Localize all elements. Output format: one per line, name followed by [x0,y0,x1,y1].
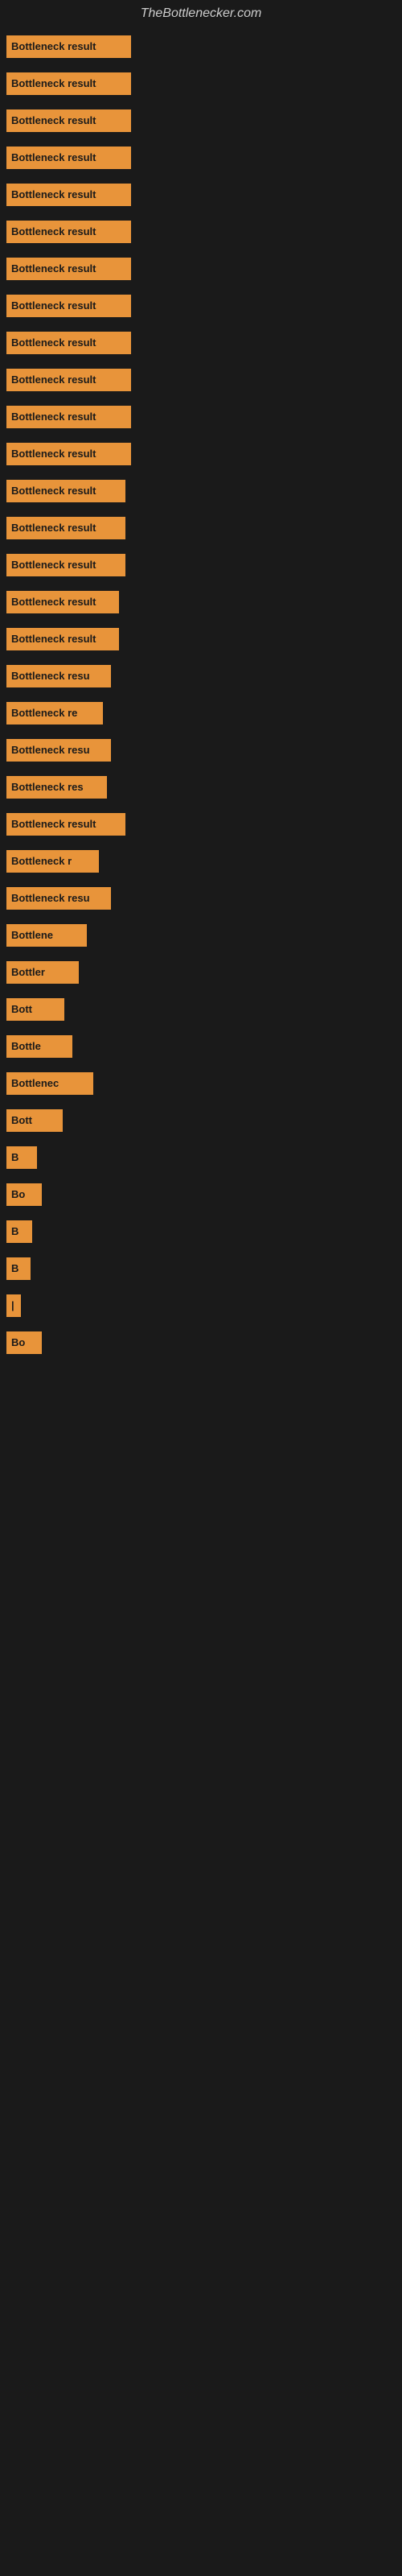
bottleneck-bar[interactable]: Bottleneck res [6,776,107,799]
bar-row: Bottleneck result [0,258,402,280]
bar-row: B [0,1257,402,1280]
bar-row: Bottleneck result [0,369,402,391]
bottleneck-bar[interactable]: Bottleneck result [6,406,131,428]
bottleneck-bar[interactable]: Bottleneck result [6,591,119,613]
bottleneck-bar[interactable]: Bottleneck r [6,850,99,873]
bottleneck-bar[interactable]: Bottleneck result [6,443,131,465]
bottleneck-bar[interactable]: Bottleneck result [6,147,131,169]
bottleneck-bar[interactable]: Bottleneck resu [6,887,111,910]
bar-row: Bottle [0,1035,402,1058]
bar-row: Bottlenec [0,1072,402,1095]
bar-row: Bottleneck result [0,184,402,206]
bottleneck-bar[interactable]: Bottleneck result [6,813,125,836]
bottleneck-bar[interactable]: Bottleneck result [6,369,131,391]
bar-row: Bottlene [0,924,402,947]
bottleneck-bar[interactable]: Bottleneck result [6,35,131,58]
bottleneck-bar[interactable]: Bottleneck result [6,184,131,206]
bottleneck-bar[interactable]: Bott [6,1109,63,1132]
bottleneck-bar[interactable]: Bo [6,1183,42,1206]
bar-row: Bottleneck result [0,109,402,132]
bar-row: Bottleneck r [0,850,402,873]
bottleneck-bar[interactable]: Bottleneck result [6,258,131,280]
bar-row: Bottleneck result [0,147,402,169]
bottleneck-bar[interactable]: | [6,1294,21,1317]
bottleneck-bar[interactable]: Bottleneck result [6,295,131,317]
bar-row: B [0,1220,402,1243]
site-title: TheBottlenecker.com [0,0,402,27]
bar-row: Bottleneck result [0,332,402,354]
bottleneck-bar[interactable]: B [6,1257,31,1280]
bar-row: Bo [0,1331,402,1354]
bottleneck-bar[interactable]: Bo [6,1331,42,1354]
bar-row: Bottleneck re [0,702,402,724]
bottleneck-bar[interactable]: Bottlene [6,924,87,947]
bar-row: Bottleneck result [0,591,402,613]
bottleneck-bar[interactable]: Bottleneck result [6,72,131,95]
bar-row: Bottleneck result [0,554,402,576]
bar-row: Bottleneck result [0,221,402,243]
bar-row: Bottleneck result [0,813,402,836]
bars-container: Bottleneck result Bottleneck result Bottle… [0,27,402,1377]
bar-row: Bottleneck result [0,35,402,58]
bottleneck-bar[interactable]: Bottle [6,1035,72,1058]
bar-row: Bottleneck result [0,72,402,95]
bottleneck-bar[interactable]: Bottleneck result [6,109,131,132]
bottleneck-bar[interactable]: Bottleneck result [6,221,131,243]
bottleneck-bar[interactable]: Bottleneck result [6,554,125,576]
bar-row: Bottleneck result [0,443,402,465]
bar-row: Bottleneck resu [0,887,402,910]
bar-row: Bottleneck resu [0,665,402,687]
bar-row: B [0,1146,402,1169]
bottleneck-bar[interactable]: Bottleneck result [6,517,125,539]
bar-row: Bottleneck resu [0,739,402,762]
bar-row: Bott [0,1109,402,1132]
bottleneck-bar[interactable]: Bottler [6,961,79,984]
bottleneck-bar[interactable]: Bott [6,998,64,1021]
bar-row: Bo [0,1183,402,1206]
bar-row: Bott [0,998,402,1021]
bottleneck-bar[interactable]: Bottleneck resu [6,739,111,762]
bar-row: Bottleneck result [0,628,402,650]
bottleneck-bar[interactable]: Bottleneck result [6,332,131,354]
bar-row: Bottleneck result [0,517,402,539]
bar-row: Bottleneck result [0,295,402,317]
bottleneck-bar[interactable]: B [6,1146,37,1169]
bar-row: Bottleneck result [0,480,402,502]
bottleneck-bar[interactable]: Bottleneck result [6,480,125,502]
bottleneck-bar[interactable]: Bottleneck re [6,702,103,724]
bar-row: Bottler [0,961,402,984]
bar-row: Bottleneck result [0,406,402,428]
bottleneck-bar[interactable]: Bottlenec [6,1072,93,1095]
bar-row: Bottleneck res [0,776,402,799]
bar-row: | [0,1294,402,1317]
bottleneck-bar[interactable]: Bottleneck resu [6,665,111,687]
bottleneck-bar[interactable]: Bottleneck result [6,628,119,650]
bottleneck-bar[interactable]: B [6,1220,32,1243]
